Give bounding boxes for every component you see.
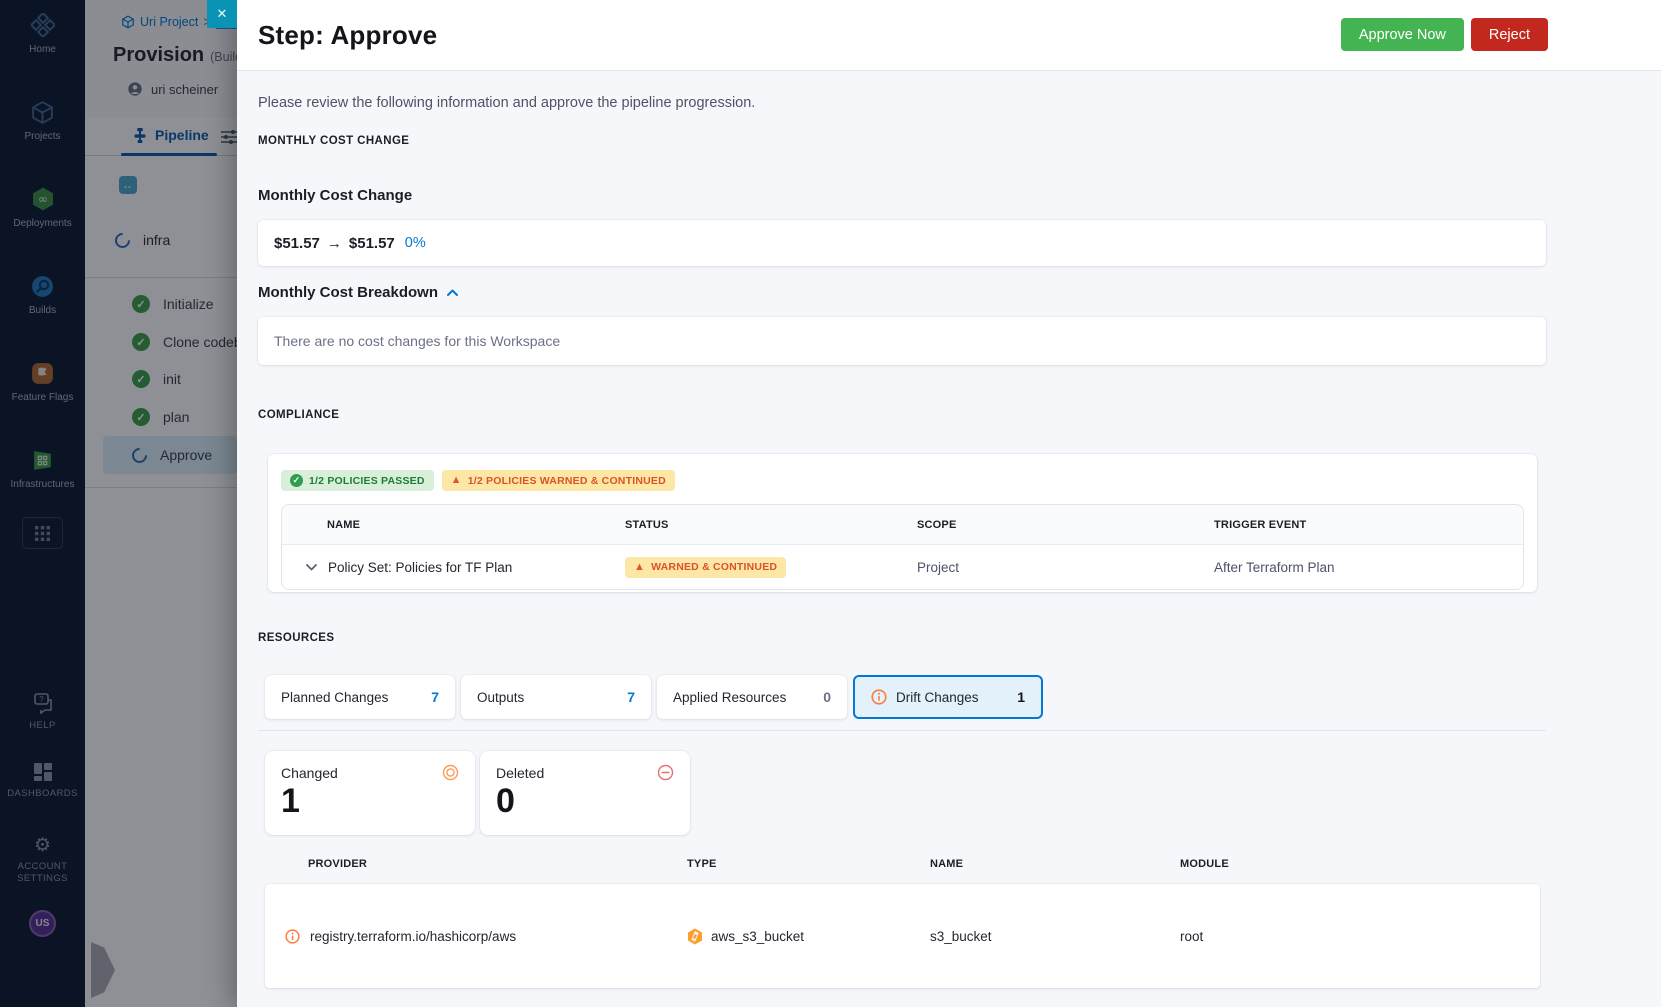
column-header: TYPE — [687, 858, 717, 870]
approve-drawer: Step: Approve Approve Now Reject Please … — [237, 0, 1661, 1007]
cost-breakdown-empty-card: There are no cost changes for this Works… — [258, 317, 1546, 365]
aws-provider-icon — [687, 928, 703, 945]
stat-value: 0 — [496, 782, 515, 820]
column-header: TRIGGER EVENT — [1214, 518, 1307, 531]
warned-continued-badge: ▲ WARNED & CONTINUED — [625, 556, 787, 578]
policy-name-cell: Policy Set: Policies for TF Plan — [282, 560, 625, 575]
approval-intro-text: Please review the following information … — [258, 95, 756, 111]
check-circle-icon: ✓ — [290, 474, 303, 487]
info-circle-icon — [285, 928, 300, 944]
column-header: NAME — [327, 518, 361, 531]
deleted-minus-circle-icon — [657, 764, 674, 781]
policy-table: NAME STATUS SCOPE TRIGGER EVENT Policy S… — [281, 504, 1524, 590]
monthly-cost-breakdown-toggle[interactable]: Monthly Cost Breakdown — [258, 284, 1546, 301]
reject-button[interactable]: Reject — [1470, 18, 1548, 51]
provider-cell: registry.terraform.io/hashicorp/aws — [265, 929, 687, 944]
policy-status-cell: ▲ WARNED & CONTINUED — [625, 556, 917, 578]
tab-drift-changes[interactable]: Drift Changes 1 — [853, 675, 1043, 719]
column-header: PROVIDER — [308, 858, 368, 870]
tab-applied-resources[interactable]: Applied Resources 0 — [657, 675, 847, 719]
drawer-actions: Approve Now Reject — [1340, 18, 1548, 51]
policy-scope-cell: Project — [917, 559, 960, 575]
resource-tabs: Planned Changes 7 Outputs 7 Applied Reso… — [265, 675, 1546, 719]
drawer-title: Step: Approve — [258, 19, 438, 50]
stat-label: Deleted — [496, 764, 545, 781]
section-label-resources: RESOURCES — [258, 632, 335, 644]
policy-table-row: Policy Set: Policies for TF Plan ▲ WARNE… — [282, 545, 1523, 589]
approve-now-button[interactable]: Approve Now — [1340, 18, 1464, 51]
arrow-right-icon: → — [326, 234, 342, 252]
policy-table-header: NAME STATUS SCOPE TRIGGER EVENT — [282, 505, 1523, 545]
type-cell: aws_s3_bucket — [687, 928, 930, 945]
changed-target-icon — [442, 764, 459, 781]
divider — [258, 730, 1546, 731]
cost-to: $51.57 — [348, 234, 395, 252]
deleted-stat-card: Deleted 0 — [480, 751, 690, 835]
close-icon[interactable]: ✕ — [207, 0, 237, 28]
drawer-body: Please review the following information … — [237, 71, 1661, 988]
cost-values: $51.57 → $51.57 — [274, 235, 395, 252]
changed-stat-card: Changed 1 — [265, 751, 475, 835]
column-header: STATUS — [625, 518, 669, 531]
warning-triangle-icon: ▲ — [634, 560, 646, 573]
monthly-cost-breakdown-heading: Monthly Cost Breakdown — [258, 284, 439, 301]
drawer-header: Step: Approve Approve Now Reject — [237, 0, 1661, 71]
tab-planned-changes[interactable]: Planned Changes 7 — [265, 675, 455, 719]
warning-triangle-icon: ▲ — [450, 474, 462, 486]
policies-warned-badge: ▲ 1/2 POLICIES WARNED & CONTINUED — [441, 470, 675, 491]
chevron-up-icon — [447, 289, 459, 296]
monthly-cost-change-heading: Monthly Cost Change — [258, 187, 413, 204]
modal-backdrop — [0, 0, 237, 1007]
chevron-down-icon[interactable] — [306, 563, 317, 571]
name-cell: s3_bucket — [930, 928, 992, 944]
stat-value: 1 — [281, 782, 300, 820]
policies-passed-badge: ✓ 1/2 POLICIES PASSED — [281, 470, 434, 491]
resource-table-header: PROVIDER TYPE NAME MODULE — [265, 858, 1540, 870]
compliance-badges: ✓ 1/2 POLICIES PASSED ▲ 1/2 POLICIES WAR… — [281, 470, 1524, 491]
policy-trigger-cell: After Terraform Plan — [1214, 559, 1335, 575]
section-label-monthly-cost-change: MONTHLY COST CHANGE — [258, 135, 410, 147]
column-header: MODULE — [1180, 858, 1229, 870]
compliance-card: ✓ 1/2 POLICIES PASSED ▲ 1/2 POLICIES WAR… — [268, 454, 1537, 592]
info-circle-icon — [871, 689, 887, 705]
cost-from: $51.57 — [274, 234, 320, 252]
cost-percent: 0% — [404, 235, 426, 251]
tab-outputs[interactable]: Outputs 7 — [461, 675, 651, 719]
cost-change-card: $51.57 → $51.57 0% — [258, 220, 1546, 266]
column-header: NAME — [930, 858, 964, 870]
stat-label: Changed — [281, 764, 338, 781]
drift-stat-cards: Changed 1 Deleted 0 — [265, 751, 1546, 835]
module-cell: root — [1180, 928, 1204, 944]
column-header: SCOPE — [917, 518, 957, 531]
resource-table-row: registry.terraform.io/hashicorp/aws aws_… — [265, 884, 1540, 988]
section-label-compliance: COMPLIANCE — [258, 409, 340, 421]
